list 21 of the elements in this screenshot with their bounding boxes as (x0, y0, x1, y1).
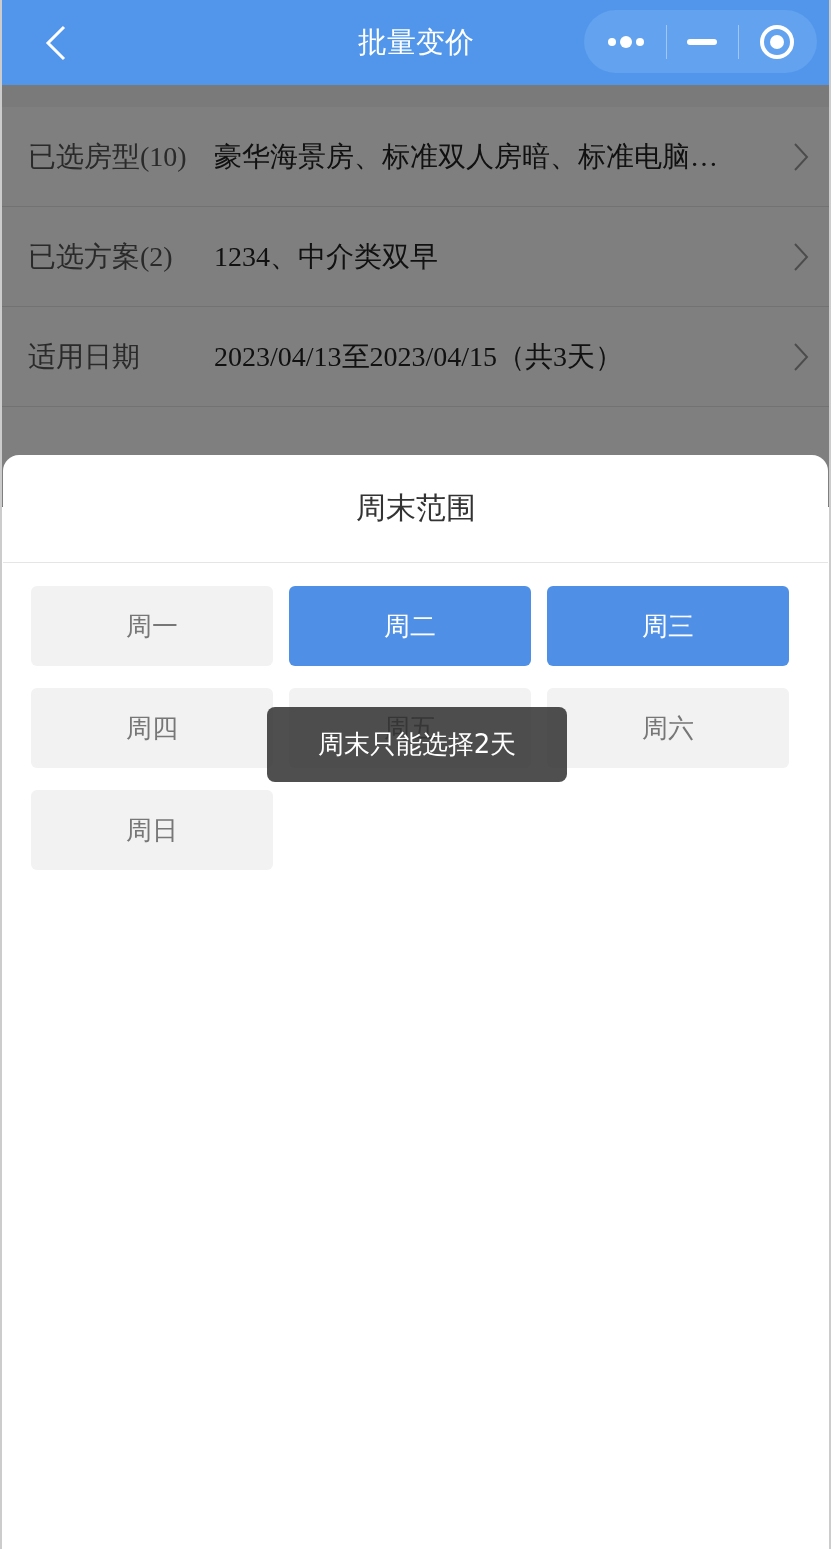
day-option[interactable]: 周四 (31, 688, 273, 768)
chevron-icon (793, 341, 809, 372)
row-label: 适用日期 (28, 339, 141, 374)
day-option[interactable]: 周一 (31, 586, 273, 666)
row-value: 1234、中介类双早 (214, 239, 439, 274)
row-label: 已选房型(10) (28, 139, 188, 174)
sheet-title: 周末范围 (3, 455, 828, 563)
page-title: 批量变价 (357, 23, 474, 61)
more-icon[interactable] (606, 33, 647, 50)
chevron-icon (793, 141, 809, 172)
minimize-icon[interactable] (687, 38, 718, 45)
chevron-icon (793, 241, 809, 272)
day-option[interactable]: 周日 (31, 790, 273, 870)
day-option[interactable]: 周二 (289, 586, 531, 666)
row-label: 已选方案(2) (28, 239, 174, 274)
day-option[interactable]: 周三 (547, 586, 789, 666)
row-value: 豪华海景房、标准双人房暗、标准电脑… (214, 139, 719, 174)
back-icon[interactable] (45, 24, 67, 61)
day-option[interactable]: 周六 (547, 688, 789, 768)
target-icon[interactable] (758, 23, 795, 60)
row-value: 2023/04/13至2023/04/15（共3天） (214, 339, 625, 374)
